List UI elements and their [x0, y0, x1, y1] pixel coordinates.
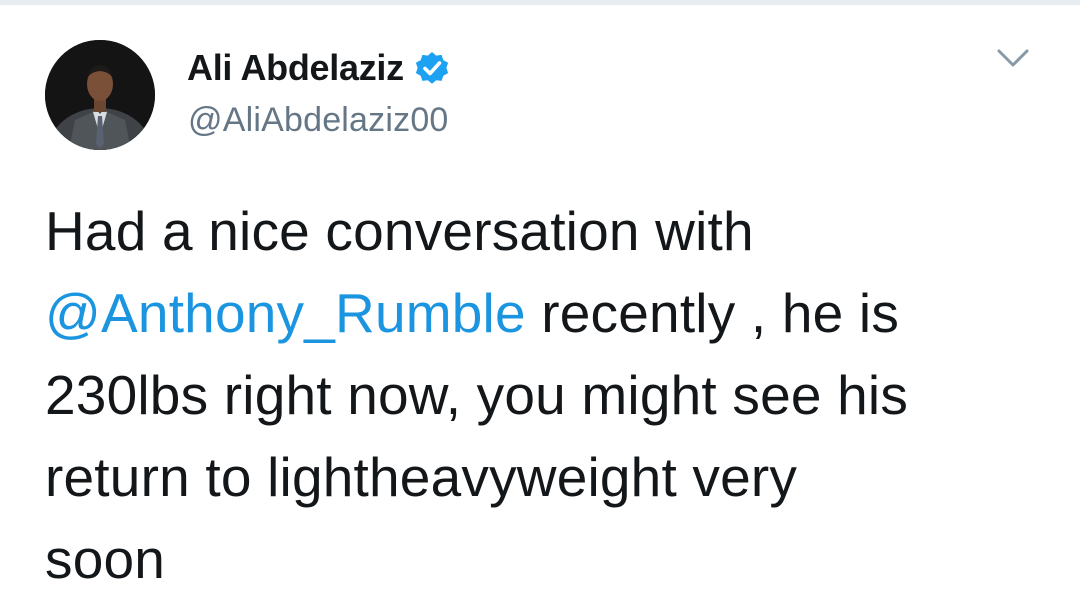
- tweet-text: Had a nice conversation with @Anthony_Ru…: [45, 190, 1045, 600]
- tweet-text-line: soon: [45, 528, 166, 590]
- author-header: Ali Abdelaziz: [187, 45, 451, 91]
- chevron-down-icon[interactable]: [996, 46, 1030, 72]
- tweet-text-line: 230lbs right now, you might see his: [45, 364, 909, 426]
- tweet-text-line: return to lightheavyweight very: [45, 446, 798, 508]
- author-display-name[interactable]: Ali Abdelaziz: [187, 47, 404, 89]
- tweet-text-line: Had a nice conversation with: [45, 200, 754, 262]
- mention-link[interactable]: @Anthony_Rumble: [45, 282, 526, 344]
- author-handle[interactable]: @AliAbdelaziz00: [188, 101, 449, 140]
- tweet-text-segment: recently , he is: [525, 282, 900, 344]
- top-divider: [0, 0, 1080, 5]
- tweet-text-line: @Anthony_Rumble recently , he is: [45, 272, 1045, 354]
- author-avatar[interactable]: [45, 40, 155, 150]
- verified-badge-icon: [415, 52, 448, 84]
- avatar-photo: [45, 40, 155, 150]
